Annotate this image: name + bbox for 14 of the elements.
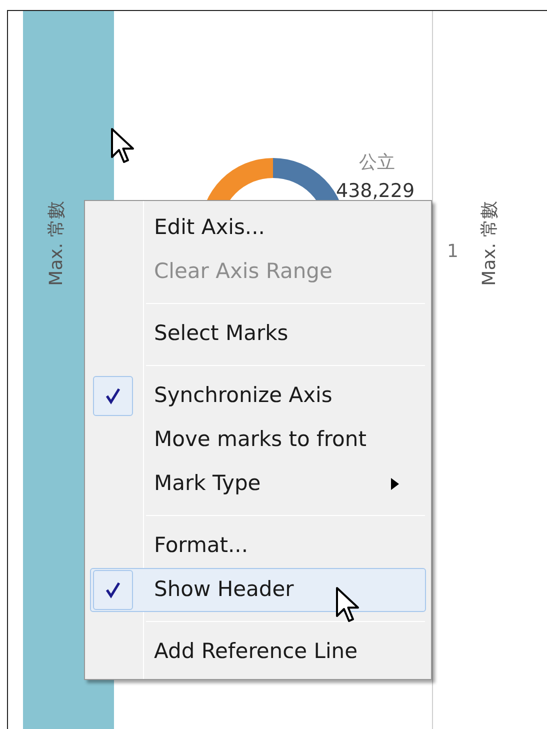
axis-tick-label: 1 (447, 240, 458, 262)
menu-item[interactable]: Move marks to front (90, 418, 426, 462)
slice-category-label: 公立 (359, 151, 395, 175)
menu-item[interactable]: Synchronize Axis (90, 374, 426, 418)
mouse-pointer-icon (110, 127, 136, 165)
slice-value-label: 438,229 (336, 179, 415, 204)
axis-header-label: Max. 常數 (478, 200, 501, 286)
menu-item[interactable]: Mark Type (90, 462, 426, 506)
menu-item[interactable]: Format... (90, 524, 426, 568)
menu-item[interactable]: Add Reference Line (90, 630, 426, 674)
axis-header-label: Max. 常數 (44, 200, 68, 286)
menu-item[interactable]: Select Marks (90, 312, 426, 356)
menu-item[interactable]: Show Header (90, 568, 426, 612)
menu-item[interactable]: Edit Axis... (90, 206, 426, 250)
